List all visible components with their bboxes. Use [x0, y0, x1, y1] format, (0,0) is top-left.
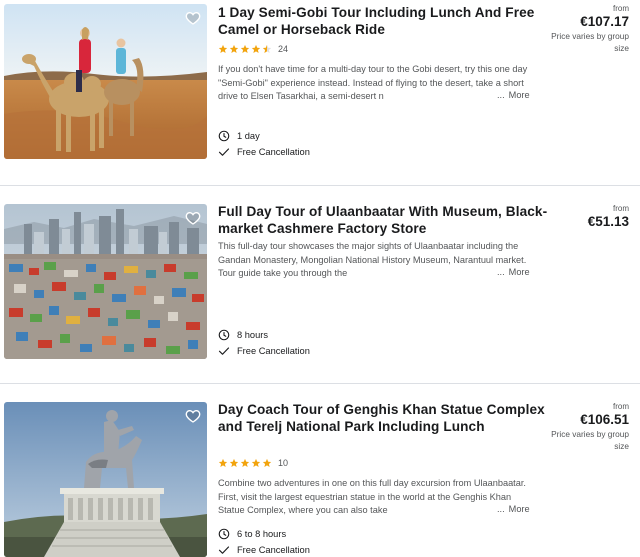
free-cancellation: Free Cancellation: [218, 345, 310, 357]
duration: 8 hours: [218, 329, 268, 341]
tour-image[interactable]: [4, 204, 207, 359]
price-from-label: from: [613, 4, 629, 13]
tour-image[interactable]: [4, 402, 207, 557]
tour-title[interactable]: Day Coach Tour of Genghis Khan Statue Co…: [218, 402, 553, 435]
camel-desert-photo: [4, 4, 207, 159]
city-skyline-photo: [4, 204, 207, 359]
more-link[interactable]: ... More: [497, 504, 530, 514]
price-box: from €106.51 Price varies by group size: [539, 402, 629, 452]
star-rating: [218, 458, 272, 468]
star-icon: [251, 458, 261, 468]
star-icon: [218, 44, 228, 54]
price: €107.17: [580, 14, 629, 29]
wishlist-heart-icon[interactable]: [185, 408, 201, 424]
more-link[interactable]: ... More: [497, 267, 530, 277]
star-icon: [240, 44, 250, 54]
clock-icon: [218, 528, 230, 540]
rating: 24: [218, 42, 288, 56]
price-box: from €107.17 Price varies by group size: [539, 4, 629, 54]
review-count: 10: [278, 458, 289, 468]
cancellation-label: Free Cancellation: [237, 545, 310, 555]
star-icon: [229, 44, 239, 54]
cancellation-label: Free Cancellation: [237, 147, 310, 157]
price-note: Price varies by group size: [551, 429, 629, 451]
review-count: 24: [278, 44, 289, 54]
star-icon: [240, 458, 250, 468]
tour-title[interactable]: 1 Day Semi-Gobi Tour Including Lunch And…: [218, 5, 553, 38]
clock-icon: [218, 329, 230, 341]
star-icon: [251, 44, 261, 54]
wishlist-heart-icon[interactable]: [185, 210, 201, 226]
price-note: Price varies by group size: [551, 31, 629, 53]
price-from-label: from: [613, 204, 629, 213]
star-icon: [262, 458, 272, 468]
duration-label: 6 to 8 hours: [237, 529, 287, 539]
price-box: from €51.13: [539, 204, 629, 230]
checkmark-icon: [218, 544, 230, 556]
price: €106.51: [580, 412, 629, 427]
tour-card[interactable]: 1 Day Semi-Gobi Tour Including Lunch And…: [0, 0, 640, 178]
free-cancellation: Free Cancellation: [218, 544, 310, 556]
checkmark-icon: [218, 146, 230, 158]
tour-card[interactable]: Full Day Tour of Ulaanbaatar With Museum…: [0, 186, 640, 376]
free-cancellation: Free Cancellation: [218, 146, 310, 158]
rating: 10: [218, 456, 288, 470]
star-rating: [218, 44, 272, 54]
star-icon: [229, 458, 239, 468]
cancellation-label: Free Cancellation: [237, 346, 310, 356]
duration-label: 1 day: [237, 131, 260, 141]
star-half-icon: [262, 44, 272, 54]
clock-icon: [218, 130, 230, 142]
checkmark-icon: [218, 345, 230, 357]
statue-photo: [4, 402, 207, 557]
duration-label: 8 hours: [237, 330, 269, 340]
star-icon: [218, 458, 228, 468]
tour-card[interactable]: Day Coach Tour of Genghis Khan Statue Co…: [0, 384, 640, 557]
duration: 1 day: [218, 130, 260, 142]
price-from-label: from: [613, 402, 629, 411]
tour-image[interactable]: [4, 4, 207, 159]
price: €51.13: [587, 214, 629, 229]
duration: 6 to 8 hours: [218, 528, 286, 540]
wishlist-heart-icon[interactable]: [185, 10, 201, 26]
tour-title[interactable]: Full Day Tour of Ulaanbaatar With Museum…: [218, 204, 553, 237]
more-link[interactable]: ... More: [497, 90, 530, 100]
